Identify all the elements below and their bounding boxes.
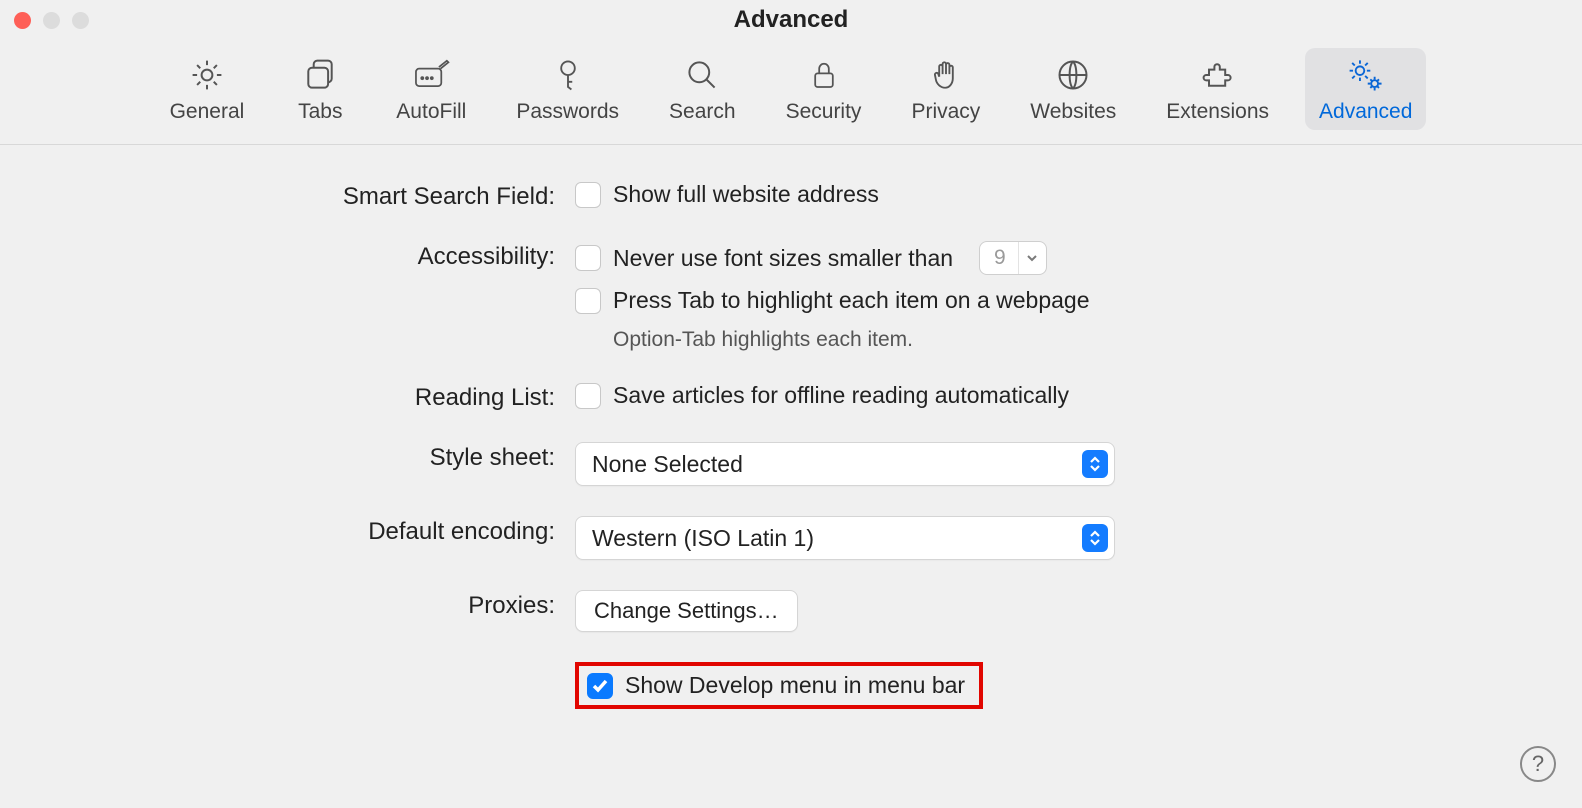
show-develop-menu-checkbox[interactable] bbox=[587, 673, 613, 699]
default-encoding-select[interactable]: Western (ISO Latin 1) bbox=[575, 516, 1115, 560]
proxies-label: Proxies: bbox=[0, 590, 575, 620]
default-encoding-label: Default encoding: bbox=[0, 516, 575, 546]
option-tab-note: Option-Tab highlights each item. bbox=[613, 328, 1090, 352]
key-icon bbox=[549, 56, 587, 94]
window-title: Advanced bbox=[0, 6, 1582, 34]
style-sheet-select[interactable]: None Selected bbox=[575, 442, 1115, 486]
develop-menu-highlight: Show Develop menu in menu bar bbox=[575, 662, 983, 709]
press-tab-highlight-checkbox[interactable] bbox=[575, 288, 601, 314]
magnifier-icon bbox=[683, 56, 721, 94]
tab-label: Security bbox=[786, 100, 862, 124]
help-button[interactable]: ? bbox=[1520, 746, 1556, 782]
puzzle-icon bbox=[1199, 56, 1237, 94]
updown-arrows-icon bbox=[1082, 524, 1108, 552]
preferences-toolbar: General Tabs AutoFill Passwords Search S… bbox=[0, 40, 1582, 145]
lock-icon bbox=[805, 56, 843, 94]
tab-autofill[interactable]: AutoFill bbox=[382, 48, 480, 130]
tab-passwords[interactable]: Passwords bbox=[502, 48, 633, 130]
tab-security[interactable]: Security bbox=[772, 48, 876, 130]
tab-privacy[interactable]: Privacy bbox=[897, 48, 994, 130]
show-full-address-checkbox[interactable] bbox=[575, 182, 601, 208]
tab-label: Passwords bbox=[516, 100, 619, 124]
accessibility-label: Accessibility: bbox=[0, 241, 575, 271]
updown-arrows-icon bbox=[1082, 450, 1108, 478]
tab-label: Websites bbox=[1030, 100, 1116, 124]
tab-advanced[interactable]: Advanced bbox=[1305, 48, 1426, 130]
pencil-card-icon bbox=[412, 56, 450, 94]
hand-icon bbox=[927, 56, 965, 94]
gear-icon bbox=[188, 56, 226, 94]
tab-tabs[interactable]: Tabs bbox=[280, 48, 360, 130]
minimize-window-button[interactable] bbox=[43, 12, 60, 29]
window-controls bbox=[14, 12, 89, 29]
save-offline-checkbox[interactable] bbox=[575, 383, 601, 409]
tab-label: AutoFill bbox=[396, 100, 466, 124]
tabs-icon bbox=[301, 56, 339, 94]
gears-icon bbox=[1347, 56, 1385, 94]
style-sheet-label: Style sheet: bbox=[0, 442, 575, 472]
chevron-down-icon[interactable] bbox=[1018, 242, 1046, 274]
min-font-size-stepper[interactable]: 9 bbox=[979, 241, 1047, 275]
reading-list-label: Reading List: bbox=[0, 382, 575, 412]
min-font-size-text: Never use font sizes smaller than bbox=[613, 245, 953, 272]
help-icon: ? bbox=[1532, 751, 1544, 777]
min-font-size-checkbox[interactable] bbox=[575, 245, 601, 271]
change-settings-button[interactable]: Change Settings… bbox=[575, 590, 798, 632]
titlebar: Advanced bbox=[0, 0, 1582, 40]
close-window-button[interactable] bbox=[14, 12, 31, 29]
tab-general[interactable]: General bbox=[156, 48, 259, 130]
style-sheet-value: None Selected bbox=[592, 451, 743, 478]
min-font-size-value: 9 bbox=[980, 246, 1018, 270]
zoom-window-button[interactable] bbox=[72, 12, 89, 29]
tab-search[interactable]: Search bbox=[655, 48, 750, 130]
change-settings-text: Change Settings… bbox=[594, 598, 779, 624]
tab-label: Tabs bbox=[298, 100, 342, 124]
tab-label: General bbox=[170, 100, 245, 124]
smart-search-label: Smart Search Field: bbox=[0, 181, 575, 211]
globe-icon bbox=[1054, 56, 1092, 94]
press-tab-highlight-text: Press Tab to highlight each item on a we… bbox=[613, 287, 1090, 314]
tab-extensions[interactable]: Extensions bbox=[1152, 48, 1283, 130]
show-develop-menu-text: Show Develop menu in menu bar bbox=[625, 672, 965, 699]
show-full-address-text: Show full website address bbox=[613, 181, 879, 208]
save-offline-text: Save articles for offline reading automa… bbox=[613, 382, 1069, 409]
tab-label: Privacy bbox=[911, 100, 980, 124]
tab-websites[interactable]: Websites bbox=[1016, 48, 1130, 130]
tab-label: Advanced bbox=[1319, 100, 1412, 124]
tab-label: Extensions bbox=[1166, 100, 1269, 124]
tab-label: Search bbox=[669, 100, 736, 124]
default-encoding-value: Western (ISO Latin 1) bbox=[592, 525, 814, 552]
advanced-pane: Smart Search Field: Show full website ad… bbox=[0, 145, 1582, 709]
